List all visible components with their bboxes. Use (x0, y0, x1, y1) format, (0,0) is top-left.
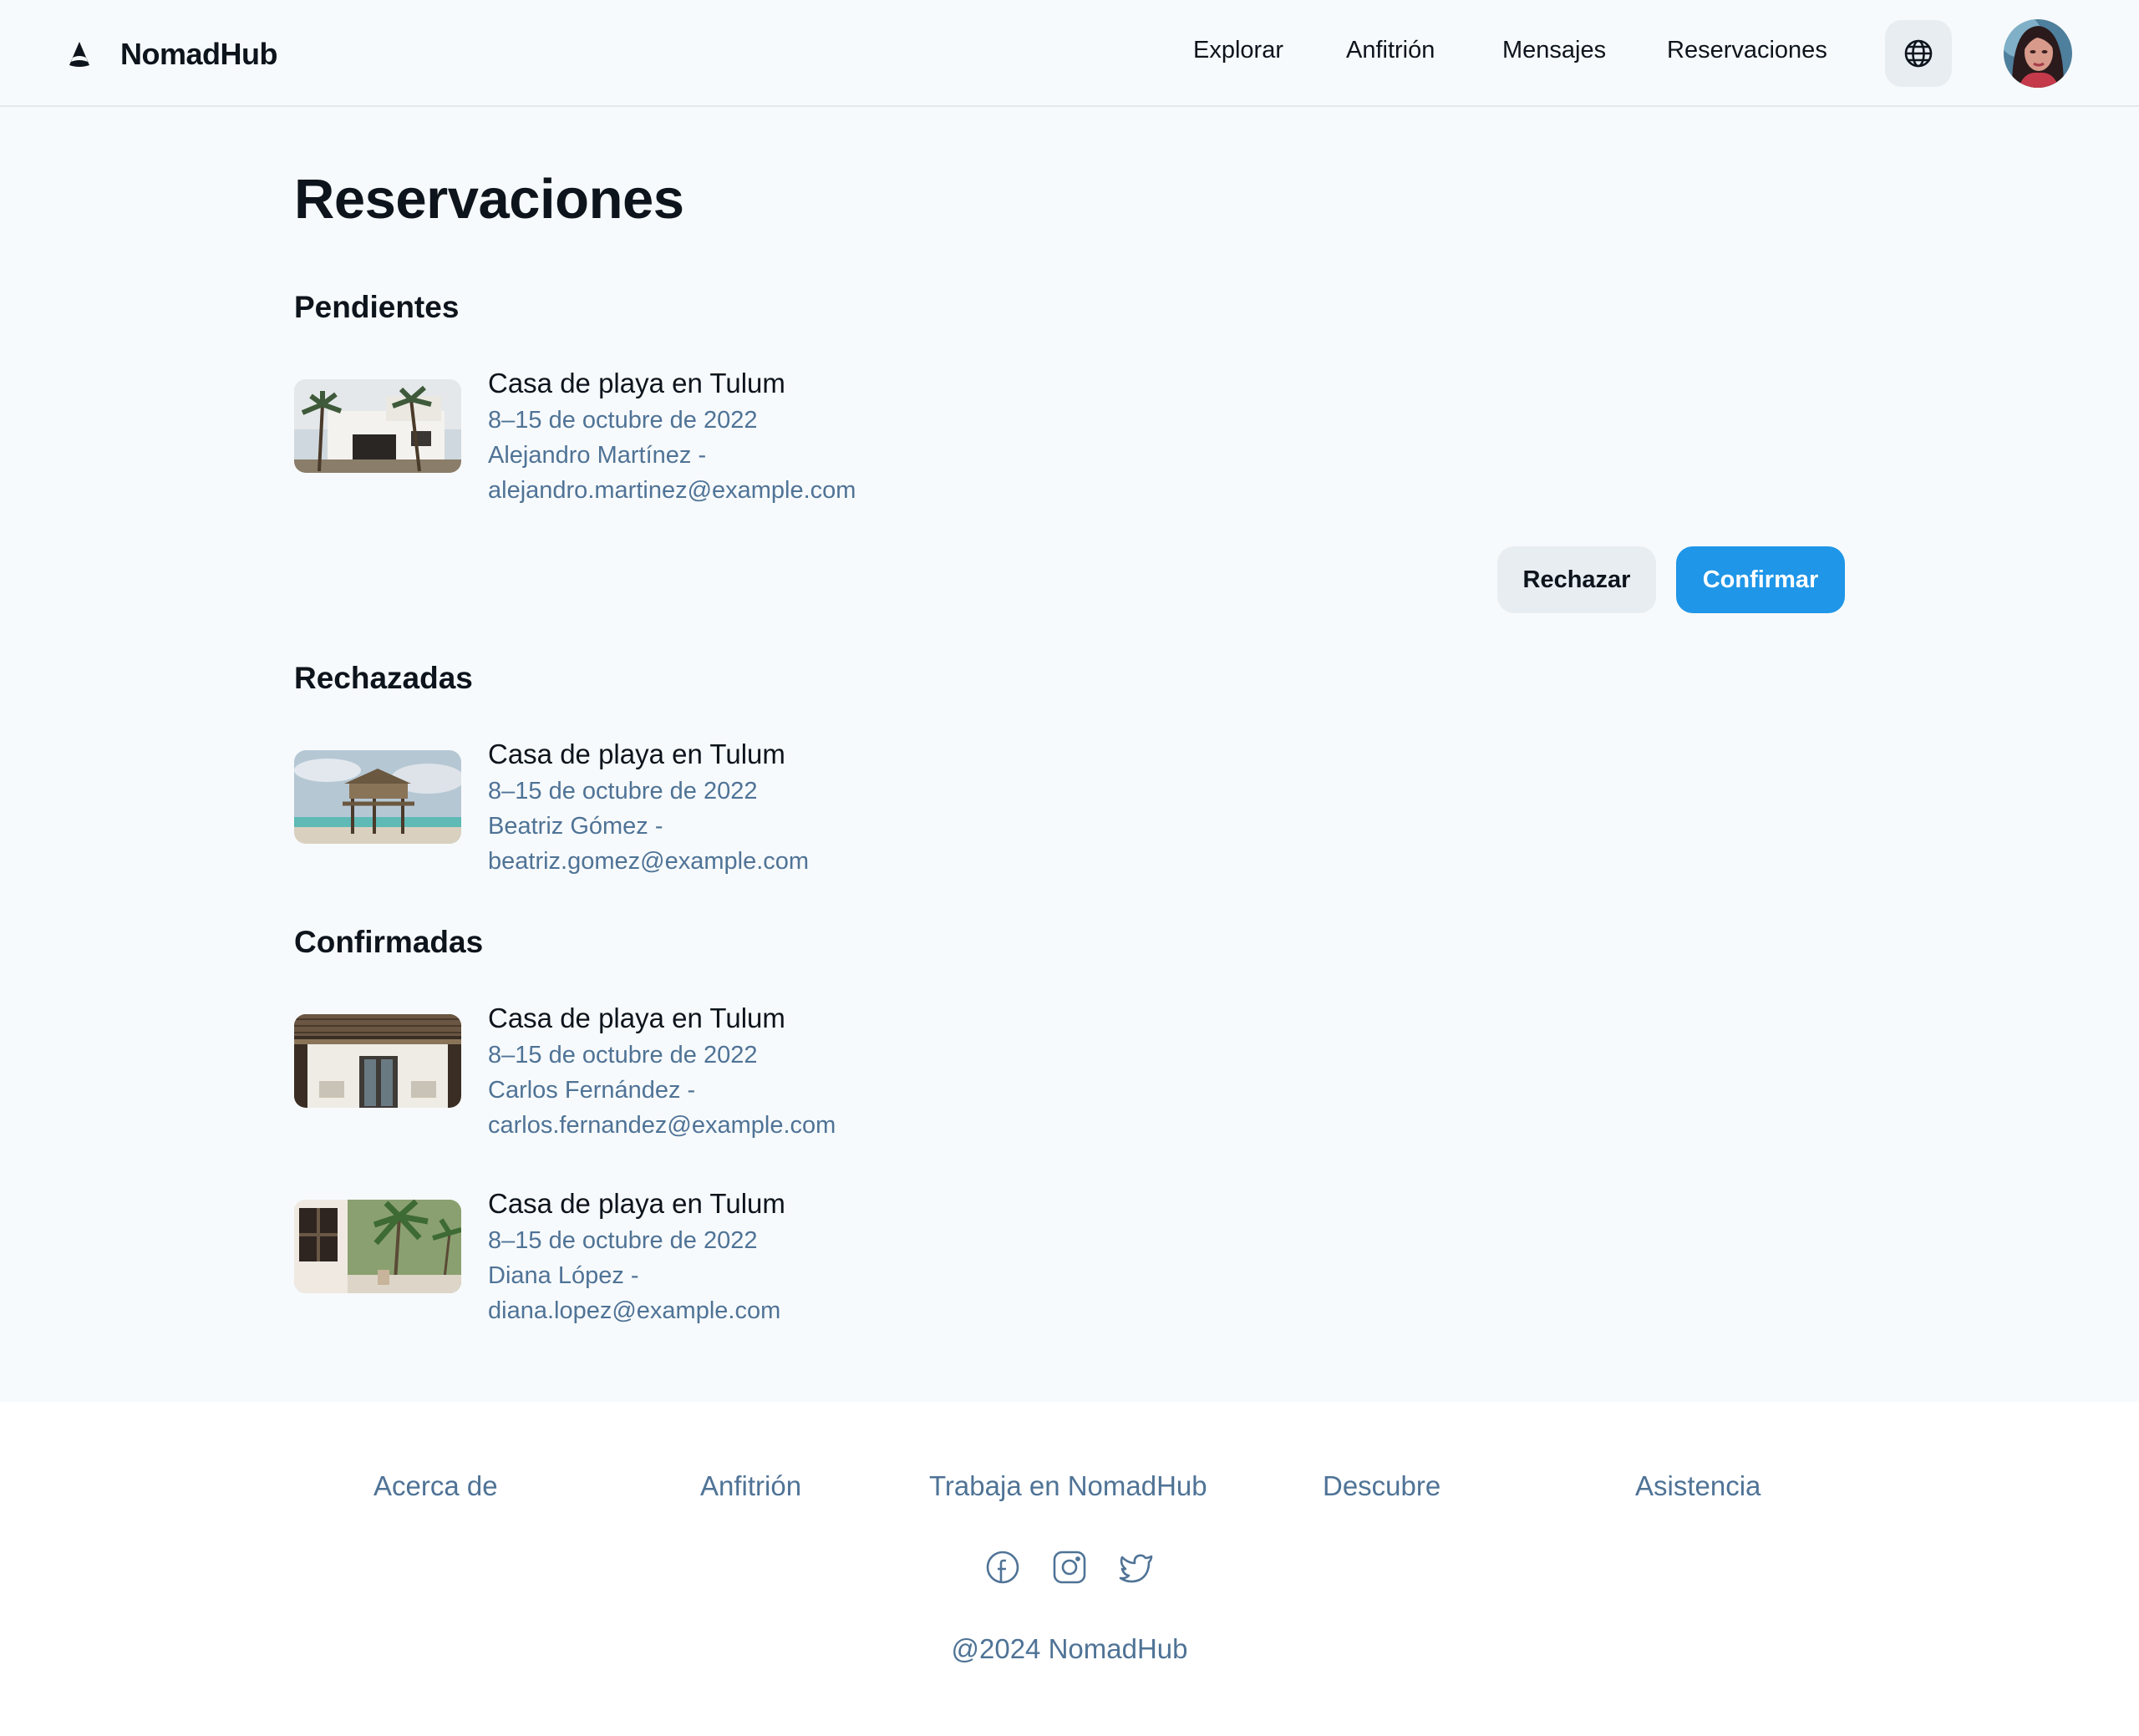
globe-icon (1904, 39, 1933, 68)
reservation-dates: 8–15 de octubre de 2022 (488, 407, 758, 434)
property-thumbnail (294, 750, 461, 844)
page-title: Reservaciones (294, 168, 684, 231)
footer-link-anfitrion[interactable]: Anfitrión (700, 1470, 801, 1502)
nav-anfitrion[interactable]: Anfitrión (1346, 37, 1435, 64)
nav-explorar[interactable]: Explorar (1193, 37, 1283, 64)
reservation-item-rejected[interactable]: Casa de playa en Tulum 8–15 de octubre d… (294, 735, 1848, 886)
facebook-icon[interactable] (984, 1549, 1021, 1586)
property-title: Casa de playa en Tulum (488, 1188, 785, 1219)
reservation-item-pending[interactable]: Casa de playa en Tulum 8–15 de octubre d… (294, 364, 1848, 515)
property-thumbnail (294, 1200, 461, 1293)
reservation-item-confirmed[interactable]: Casa de playa en Tulum 8–15 de octubre d… (294, 999, 1848, 1150)
logo-icon (65, 40, 94, 69)
property-title: Casa de playa en Tulum (488, 739, 785, 769)
footer-link-descubre[interactable]: Descubre (1323, 1470, 1440, 1502)
top-navigation-bar: NomadHub Explorar Anfitrión Mensajes Res… (0, 0, 2139, 107)
property-thumbnail (294, 379, 461, 473)
guest-name: Diana López - (488, 1262, 639, 1289)
section-title-confirmed: Confirmadas (294, 925, 484, 959)
brand-logo[interactable]: NomadHub (65, 37, 278, 72)
section-title-rejected: Rechazadas (294, 661, 473, 695)
confirm-button[interactable]: Confirmar (1676, 546, 1845, 613)
footer-link-trabaja[interactable]: Trabaja en NomadHub (929, 1470, 1207, 1502)
section-title-pending: Pendientes (294, 290, 460, 324)
reservation-dates: 8–15 de octubre de 2022 (488, 1227, 758, 1254)
guest-name: Alejandro Martínez - (488, 442, 707, 469)
guest-email: beatriz.gomez@example.com (488, 848, 810, 875)
guest-email: alejandro.martinez@example.com (488, 477, 856, 504)
language-button[interactable] (1885, 20, 1952, 87)
instagram-icon[interactable] (1051, 1549, 1088, 1586)
footer-link-acerca-de[interactable]: Acerca de (373, 1470, 498, 1502)
guest-email: diana.lopez@example.com (488, 1297, 781, 1324)
property-thumbnail (294, 1014, 461, 1108)
guest-name: Carlos Fernández - (488, 1077, 696, 1104)
reservation-dates: 8–15 de octubre de 2022 (488, 1042, 758, 1069)
brand-name: NomadHub (120, 37, 278, 71)
avatar[interactable] (2004, 19, 2072, 88)
footer-link-asistencia[interactable]: Asistencia (1635, 1470, 1760, 1502)
reservation-dates: 8–15 de octubre de 2022 (488, 778, 758, 805)
reject-button[interactable]: Rechazar (1497, 546, 1656, 613)
property-title: Casa de playa en Tulum (488, 368, 785, 398)
twitter-icon[interactable] (1118, 1549, 1155, 1586)
nav-reservaciones[interactable]: Reservaciones (1667, 37, 1827, 64)
reservation-item-confirmed[interactable]: Casa de playa en Tulum 8–15 de octubre d… (294, 1185, 1848, 1335)
guest-email: carlos.fernandez@example.com (488, 1112, 836, 1139)
property-title: Casa de playa en Tulum (488, 1003, 785, 1033)
guest-name: Beatriz Gómez - (488, 813, 663, 840)
nav-mensajes[interactable]: Mensajes (1502, 37, 1606, 64)
copyright-text: @2024 NomadHub (951, 1633, 1188, 1664)
